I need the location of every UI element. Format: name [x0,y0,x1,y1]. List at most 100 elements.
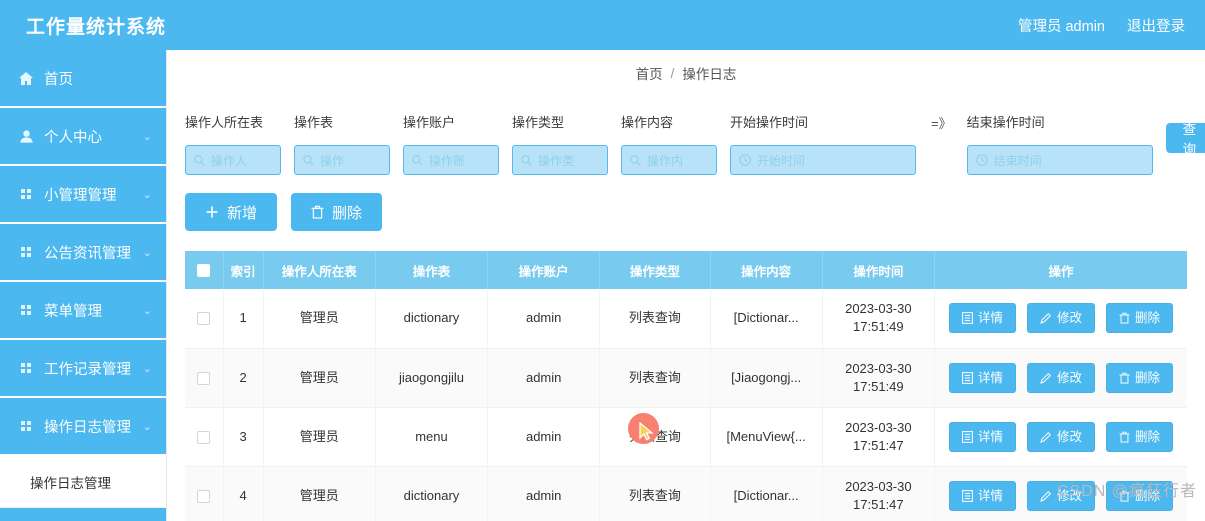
sidebar-subitem-operation-log-manage[interactable]: 操作日志管理 [0,456,166,508]
search-icon [303,154,314,166]
filter-input-start-time[interactable]: 开始时间 [730,145,916,175]
app-root: 工作量统计系统 管理员 admin 退出登录 首页 个人中心 ⌄ 小管理管理 ⌄ [0,0,1205,521]
cell-op-table: menu [375,407,489,467]
grid-icon [18,421,34,431]
column-header-operator-table: 操作人所在表 [263,251,376,289]
sidebar-item-admin-manage[interactable]: 小管理管理 ⌄ [0,166,166,224]
row-delete-button[interactable]: 删除 [1105,362,1173,393]
sidebar-item-label: 工作记录管理 [44,361,131,378]
filter-placeholder: 操作类 [538,153,575,168]
detail-button[interactable]: 详情 [948,362,1016,393]
row-delete-button[interactable]: 删除 [1105,480,1173,511]
cell-operations: 详情 修改 删除 [934,466,1187,521]
table-row[interactable]: 2 管理员 jiaogongjilu admin 列表查询 [Jiaogongj… [185,348,1187,408]
logout-link[interactable]: 退出登录 [1127,15,1185,36]
query-button[interactable]: 查询 [1165,122,1205,157]
plus-icon [206,206,218,218]
row-delete-button-label: 删除 [1134,429,1160,444]
sidebar-item-label: 个人中心 [44,129,102,146]
filter-placeholder: 结束时间 [993,153,1042,168]
edit-button-label: 修改 [1056,429,1082,444]
filter-placeholder: 开始时间 [757,153,806,168]
row-checkbox[interactable] [197,312,211,326]
cell-op-type: 列表查询 [599,348,711,408]
delete-button-label: 删除 [332,204,363,222]
edit-button[interactable]: 修改 [1026,362,1095,393]
column-header-op-table: 操作表 [375,251,489,289]
cell-account: admin [487,466,601,521]
add-button[interactable]: 新增 [185,193,278,231]
sidebar-item-announcement-manage[interactable]: 公告资讯管理 ⌄ [0,224,166,282]
select-all-header[interactable] [185,251,224,289]
filter-input-end-time[interactable]: 结束时间 [966,145,1153,175]
table-row[interactable]: 4 管理员 dictionary admin 列表查询 [Dictionar..… [185,466,1187,521]
table-row[interactable]: 3 管理员 menu admin 列表查询 [MenuView{... 2023… [185,407,1187,467]
edit-button[interactable]: 修改 [1026,480,1095,511]
query-button-label: 查询 [1182,122,1197,157]
cell-op-table: dictionary [375,289,489,349]
filter-input-op-type[interactable]: 操作类 [512,145,608,175]
log-table-container: 索引 操作人所在表 操作表 操作账户 操作类型 操作内容 操作时间 操作 1 管… [167,251,1205,521]
cell-op-content: [MenuView{... [710,407,823,467]
search-icon [194,154,205,166]
filter-input-op-content[interactable]: 操作内 [621,145,717,175]
row-select-cell[interactable] [185,348,224,408]
row-delete-button[interactable]: 删除 [1105,303,1173,334]
cell-index: 2 [223,348,264,408]
column-header-op-time: 操作时间 [822,251,935,289]
sidebar-item-personal-center[interactable]: 个人中心 ⌄ [0,108,166,166]
cell-account: admin [487,289,601,349]
filter-group-op-content: 操作内容 操作内 [621,112,717,175]
filter-placeholder: 操作内 [647,153,684,168]
detail-button[interactable]: 详情 [948,480,1016,511]
row-checkbox[interactable] [197,371,211,385]
filter-group-operator-table: 操作人所在表 操作人 [185,112,281,175]
grid-icon [18,363,34,373]
column-header-account: 操作账户 [487,251,601,289]
row-select-cell[interactable] [185,289,224,349]
filter-input-account[interactable]: 操作账 [403,145,499,175]
cell-index: 3 [223,407,264,467]
sidebar-item-label: 公告资讯管理 [44,245,131,262]
select-all-checkbox[interactable] [197,264,211,278]
trash-icon [1119,312,1130,324]
row-select-cell[interactable] [185,466,224,521]
filter-group-start-time: 开始操作时间 开始时间 [730,112,916,175]
row-delete-button-label: 删除 [1134,311,1160,326]
filter-input-op-table[interactable]: 操作 [294,145,390,175]
add-button-label: 新增 [227,204,258,222]
table-row[interactable]: 1 管理员 dictionary admin 列表查询 [Dictionar..… [185,289,1187,349]
document-icon [962,312,973,325]
sidebar-item-home[interactable]: 首页 [0,50,166,108]
edit-button[interactable]: 修改 [1026,421,1095,452]
delete-button[interactable]: 删除 [291,193,383,231]
edit-button-label: 修改 [1056,370,1082,385]
detail-button-label: 详情 [977,311,1003,326]
detail-button[interactable]: 详情 [948,421,1016,452]
detail-button[interactable]: 详情 [948,303,1016,334]
sidebar: 首页 个人中心 ⌄ 小管理管理 ⌄ 公告资讯管理 ⌄ 菜单管理 ⌄ 工作记录管理… [0,50,166,521]
column-header-index: 索引 [223,251,264,289]
sidebar-item-work-record-manage[interactable]: 工作记录管理 ⌄ [0,340,166,398]
document-icon [962,489,973,502]
row-delete-button[interactable]: 删除 [1105,421,1173,452]
sidebar-item-operation-log-manage[interactable]: 操作日志管理 ⌄ [0,398,166,456]
filter-placeholder: 操作账 [429,153,466,168]
table-body: 1 管理员 dictionary admin 列表查询 [Dictionar..… [185,289,1187,521]
edit-button[interactable]: 修改 [1026,303,1095,334]
row-checkbox[interactable] [197,489,211,503]
breadcrumb-root[interactable]: 首页 [636,63,663,83]
column-header-op-content: 操作内容 [710,251,823,289]
sidebar-item-next-partial[interactable] [0,508,166,521]
filter-bar: 操作人所在表 操作人 操作表 操作 操作账户 操作账 操作类型 操作类 操作内容… [167,112,1205,175]
row-delete-button-label: 删除 [1134,370,1160,385]
row-checkbox[interactable] [197,430,211,444]
detail-button-label: 详情 [977,488,1003,503]
cell-op-content: [Jiaogongj... [710,348,823,408]
sidebar-item-menu-manage[interactable]: 菜单管理 ⌄ [0,282,166,340]
row-select-cell[interactable] [185,407,224,467]
cell-operator-table: 管理员 [263,289,376,349]
filter-input-operator-table[interactable]: 操作人 [185,145,281,175]
cell-operations: 详情 修改 删除 [934,348,1187,408]
sidebar-item-label: 小管理管理 [44,187,117,204]
